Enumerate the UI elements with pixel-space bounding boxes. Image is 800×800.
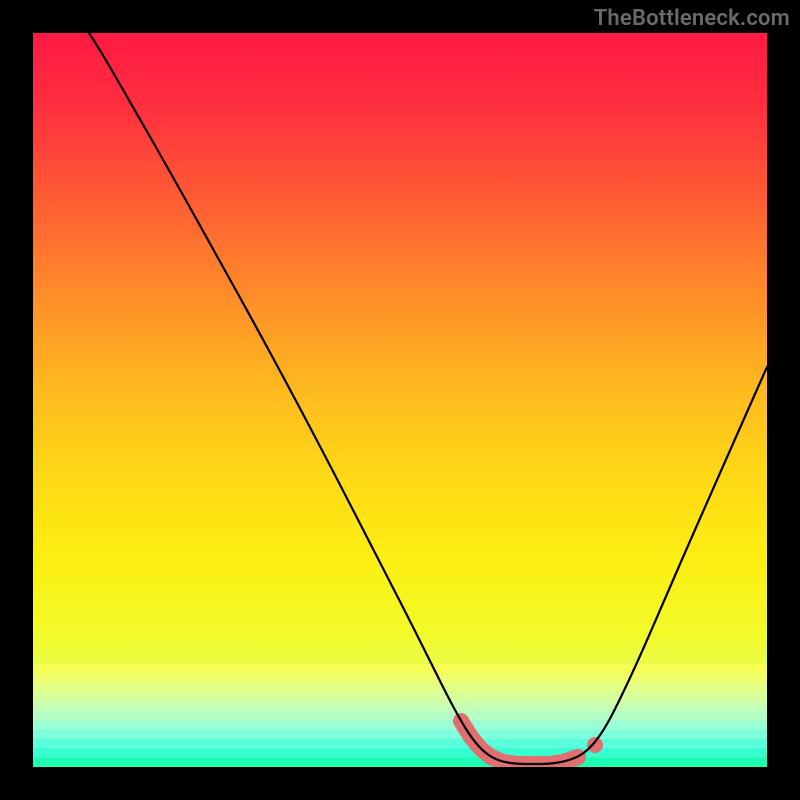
chart-svg xyxy=(33,33,767,767)
optimal-range-highlight-dot xyxy=(587,737,603,753)
watermark-text: TheBottleneck.com xyxy=(594,6,790,31)
chart-plot-area xyxy=(33,33,767,767)
heat-gradient-background xyxy=(33,33,767,767)
chart-outer-frame: TheBottleneck.com xyxy=(0,0,800,800)
bottom-green-bands xyxy=(33,664,767,767)
